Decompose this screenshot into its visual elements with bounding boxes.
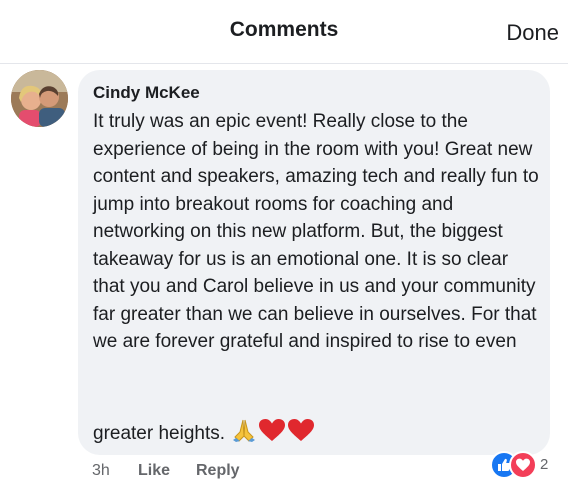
reply-button[interactable]: Reply (196, 462, 240, 480)
comment-last-line-text: greater heights. (93, 423, 226, 444)
comment-bubble: Cindy McKee It truly was an epic event! … (78, 70, 550, 455)
comment-last-line: greater heights. (93, 418, 315, 447)
comment-text: It truly was an epic event! Really close… (93, 111, 539, 352)
like-button[interactable]: Like (138, 462, 170, 480)
comment-author[interactable]: Cindy McKee (93, 83, 200, 103)
page-title: Comments (229, 18, 339, 41)
comments-header: Comments Done (0, 0, 568, 64)
avatar[interactable] (11, 70, 68, 127)
comment-timestamp: 3h (92, 462, 110, 479)
done-button[interactable]: Done (506, 20, 559, 46)
reaction-count: 2 (540, 456, 549, 473)
red-heart-icon (259, 419, 286, 441)
avatar-photo (11, 70, 68, 127)
love-reaction-icon (509, 451, 537, 479)
red-heart-icon (288, 419, 315, 441)
reactions-summary[interactable]: 2 (490, 451, 552, 479)
folded-hands-icon (233, 419, 256, 442)
